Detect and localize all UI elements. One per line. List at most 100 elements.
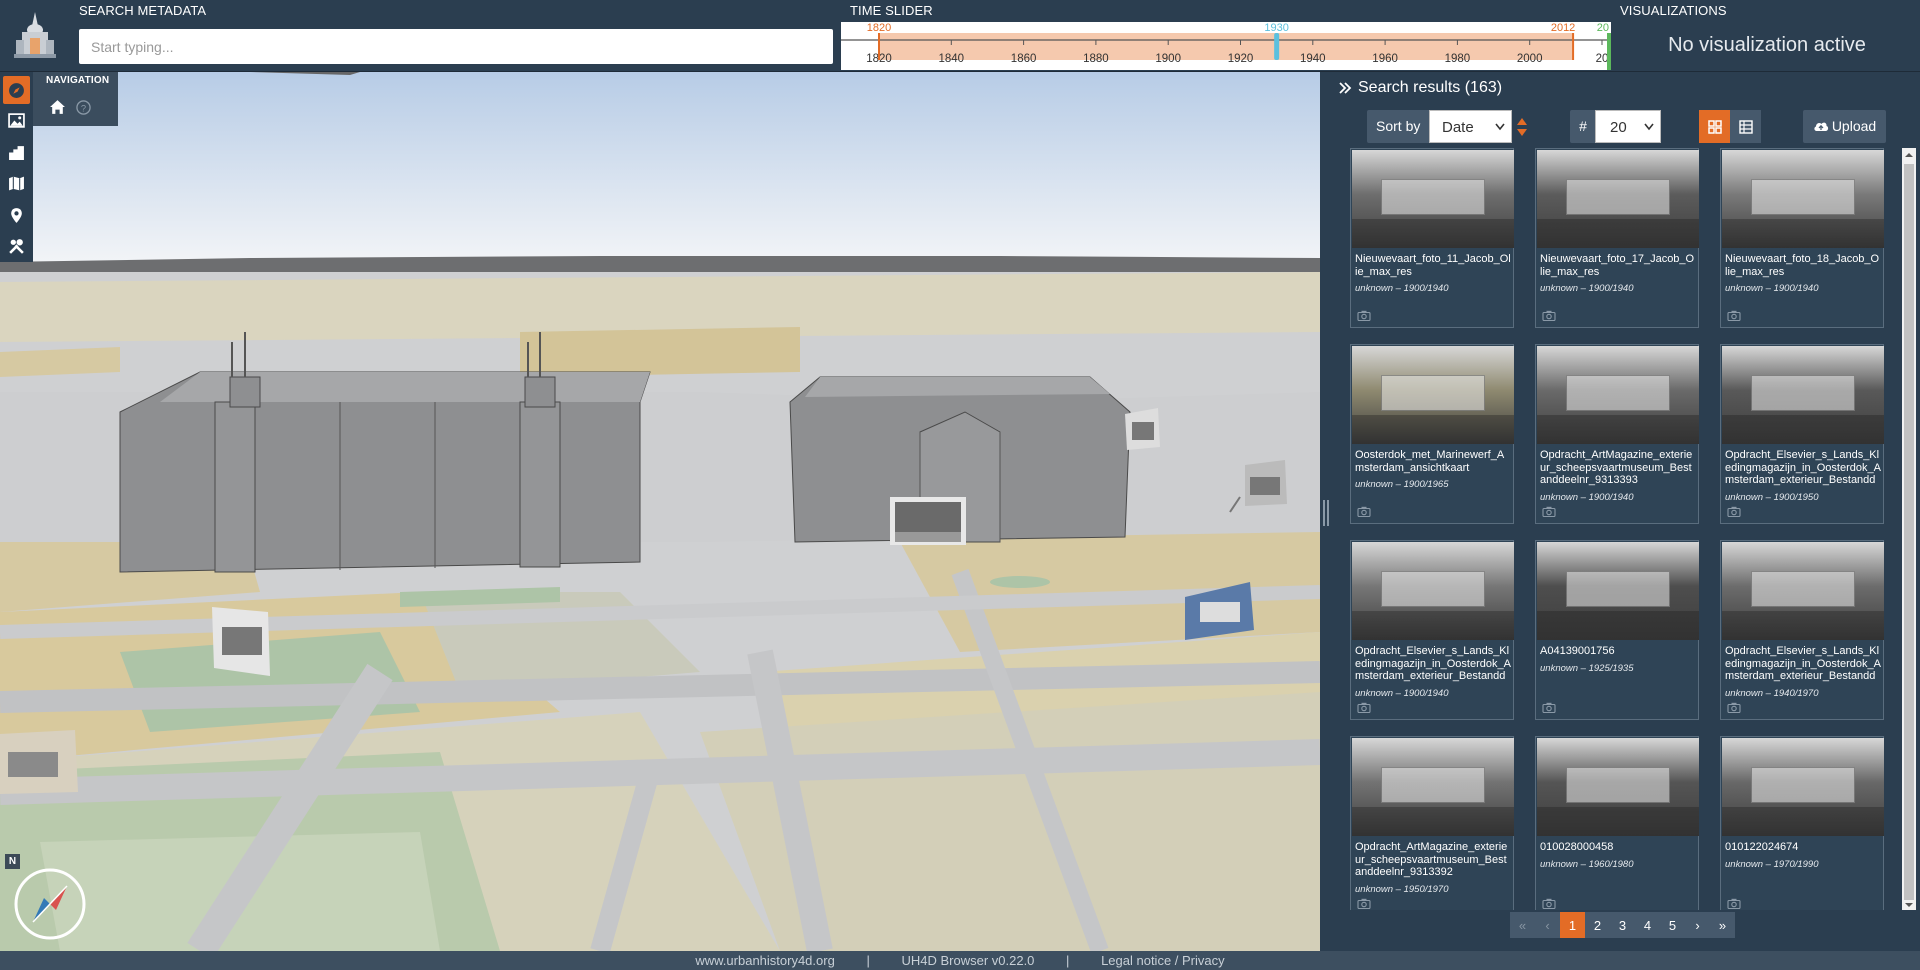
time-tick-label: 1940 xyxy=(1300,53,1326,65)
footer-separator: | xyxy=(866,953,870,968)
result-card[interactable]: Nieuwevaart_foto_18_Jacob_Olie_max_res un… xyxy=(1720,148,1884,328)
uh4d-logo[interactable] xyxy=(4,8,66,64)
camera-icon[interactable] xyxy=(1727,702,1741,713)
camera-icon[interactable] xyxy=(1542,898,1556,909)
result-title[interactable]: Opdracht_Elsevier_s_Lands_Kledingmagazij… xyxy=(1355,645,1511,683)
result-card[interactable]: Oosterdok_met_Marinewerf_Amsterdam_ansic… xyxy=(1350,344,1514,524)
result-thumbnail[interactable] xyxy=(1722,346,1884,444)
grid-view-button[interactable] xyxy=(1699,110,1730,143)
result-thumbnail[interactable] xyxy=(1352,150,1514,248)
3d-viewport[interactable] xyxy=(0,72,1320,951)
results-header: Search results (163) xyxy=(1332,72,1920,104)
results-scrollbar-thumb[interactable] xyxy=(1904,164,1914,900)
page-size-label: # xyxy=(1570,110,1596,143)
result-thumbnail[interactable] xyxy=(1722,150,1884,248)
result-thumbnail[interactable] xyxy=(1537,150,1699,248)
first-page-button[interactable]: « xyxy=(1510,912,1535,938)
photo-marker[interactable] xyxy=(1245,460,1287,506)
result-card[interactable]: Opdracht_Elsevier_s_Lands_Kledingmagazij… xyxy=(1720,344,1884,524)
result-date: unknown – 1970/1990 xyxy=(1725,858,1819,870)
last-page-button[interactable]: » xyxy=(1710,912,1735,938)
compass-icon[interactable] xyxy=(3,76,30,104)
footer-site-link[interactable]: www.urbanhistory4d.org xyxy=(695,953,834,968)
time-tick-label: 1960 xyxy=(1372,53,1398,65)
result-thumbnail[interactable] xyxy=(1352,542,1514,640)
photo-marker[interactable] xyxy=(0,730,78,794)
time-tick-label: 1980 xyxy=(1445,53,1471,65)
next-page-button[interactable]: › xyxy=(1685,912,1710,938)
result-date: unknown – 1950/1970 xyxy=(1355,883,1449,895)
prev-page-button[interactable]: ‹ xyxy=(1535,912,1560,938)
list-view-button[interactable] xyxy=(1730,110,1761,143)
result-card[interactable]: Opdracht_ArtMagazine_exterieur_scheepsva… xyxy=(1350,736,1514,910)
camera-icon[interactable] xyxy=(1357,506,1371,517)
time-end-label: 2012 xyxy=(1551,22,1575,34)
result-thumbnail[interactable] xyxy=(1537,346,1699,444)
3d-scene[interactable] xyxy=(0,72,1320,951)
results-grid: Nieuwevaart_foto_11_Jacob_Olie_max_res un… xyxy=(1350,148,1895,910)
result-card[interactable]: Opdracht_Elsevier_s_Lands_Kledingmagazij… xyxy=(1720,540,1884,720)
result-card[interactable]: 010028000458 unknown – 1960/1980 xyxy=(1535,736,1699,910)
map-icon[interactable] xyxy=(3,169,30,197)
result-card[interactable]: Opdracht_ArtMagazine_exterieur_scheepsva… xyxy=(1535,344,1699,524)
result-card[interactable]: 010122024674 unknown – 1970/1990 xyxy=(1720,736,1884,910)
result-card[interactable]: Nieuwevaart_foto_11_Jacob_Olie_max_res un… xyxy=(1350,148,1514,328)
result-thumbnail[interactable] xyxy=(1352,738,1514,836)
upload-button[interactable]: Upload xyxy=(1803,110,1886,143)
sort-select-value: Date xyxy=(1442,119,1474,136)
footer-legal-link[interactable]: Legal notice / Privacy xyxy=(1101,953,1225,968)
camera-icon[interactable] xyxy=(1727,506,1741,517)
scroll-up-icon[interactable] xyxy=(1904,150,1914,160)
collapse-panel-icon[interactable] xyxy=(1338,81,1352,95)
photo-marker[interactable] xyxy=(212,607,270,676)
time-start-handle xyxy=(878,33,880,60)
result-thumbnail[interactable] xyxy=(1722,542,1884,640)
result-thumbnail[interactable] xyxy=(1352,346,1514,444)
time-slider[interactable]: 1820 1840 1860 1880 1900 1920 1940 1960 1980 2000… xyxy=(841,22,1611,70)
help-icon[interactable]: ? xyxy=(76,100,91,115)
camera-icon[interactable] xyxy=(1542,506,1556,517)
result-thumbnail[interactable] xyxy=(1537,542,1699,640)
map-marker-icon[interactable] xyxy=(3,201,30,229)
camera-icon[interactable] xyxy=(1357,702,1371,713)
time-tick-label: 1840 xyxy=(939,53,965,65)
page-5-button[interactable]: 5 xyxy=(1660,912,1685,938)
page-1-button[interactable]: 1 xyxy=(1560,912,1585,938)
result-card[interactable]: A04139001756 unknown – 1925/1935 xyxy=(1535,540,1699,720)
buildings-icon[interactable] xyxy=(3,138,30,166)
result-title[interactable]: Opdracht_Elsevier_s_Lands_Kledingmagazij… xyxy=(1725,449,1881,487)
photo-marker[interactable] xyxy=(890,497,966,545)
page-4-button[interactable]: 4 xyxy=(1635,912,1660,938)
page-size-select[interactable]: 20 xyxy=(1595,110,1661,143)
search-input[interactable] xyxy=(79,29,833,64)
result-card[interactable]: Opdracht_Elsevier_s_Lands_Kledingmagazij… xyxy=(1350,540,1514,720)
time-current-handle xyxy=(1274,33,1280,60)
panel-resize-handle[interactable] xyxy=(1320,72,1332,951)
camera-icon[interactable] xyxy=(1357,898,1371,909)
sort-direction-icon[interactable] xyxy=(1515,113,1529,141)
time-end-handle xyxy=(1572,33,1575,60)
result-date: unknown – 1900/1940 xyxy=(1540,283,1634,294)
tools-icon[interactable] xyxy=(3,232,30,260)
camera-icon[interactable] xyxy=(1542,310,1556,321)
scroll-down-icon[interactable] xyxy=(1904,900,1914,910)
camera-icon[interactable] xyxy=(1542,702,1556,713)
camera-icon[interactable] xyxy=(1727,898,1741,909)
result-thumbnail[interactable] xyxy=(1537,738,1699,836)
time-tick-label: 2000 xyxy=(1517,53,1543,65)
sort-select[interactable]: Date xyxy=(1429,110,1512,143)
result-title[interactable]: Opdracht_Elsevier_s_Lands_Kledingmagazij… xyxy=(1725,645,1881,683)
result-title[interactable]: Opdracht_ArtMagazine_exterieur_scheepsva… xyxy=(1355,841,1511,879)
home-icon[interactable] xyxy=(49,99,66,115)
camera-icon[interactable] xyxy=(1357,310,1371,321)
result-thumbnail[interactable] xyxy=(1722,738,1884,836)
search-results-panel: Search results (163) Sort by Date # 20 U… xyxy=(1332,72,1920,951)
compass-widget[interactable] xyxy=(12,866,88,942)
page-3-button[interactable]: 3 xyxy=(1610,912,1635,938)
image-icon[interactable] xyxy=(3,106,30,134)
camera-icon[interactable] xyxy=(1727,310,1741,321)
page-2-button[interactable]: 2 xyxy=(1585,912,1610,938)
result-card[interactable]: Nieuwevaart_foto_17_Jacob_Olie_max_res un… xyxy=(1535,148,1699,328)
result-title[interactable]: Opdracht_ArtMagazine_exterieur_scheepsva… xyxy=(1540,449,1696,487)
photo-marker[interactable] xyxy=(1125,408,1160,450)
